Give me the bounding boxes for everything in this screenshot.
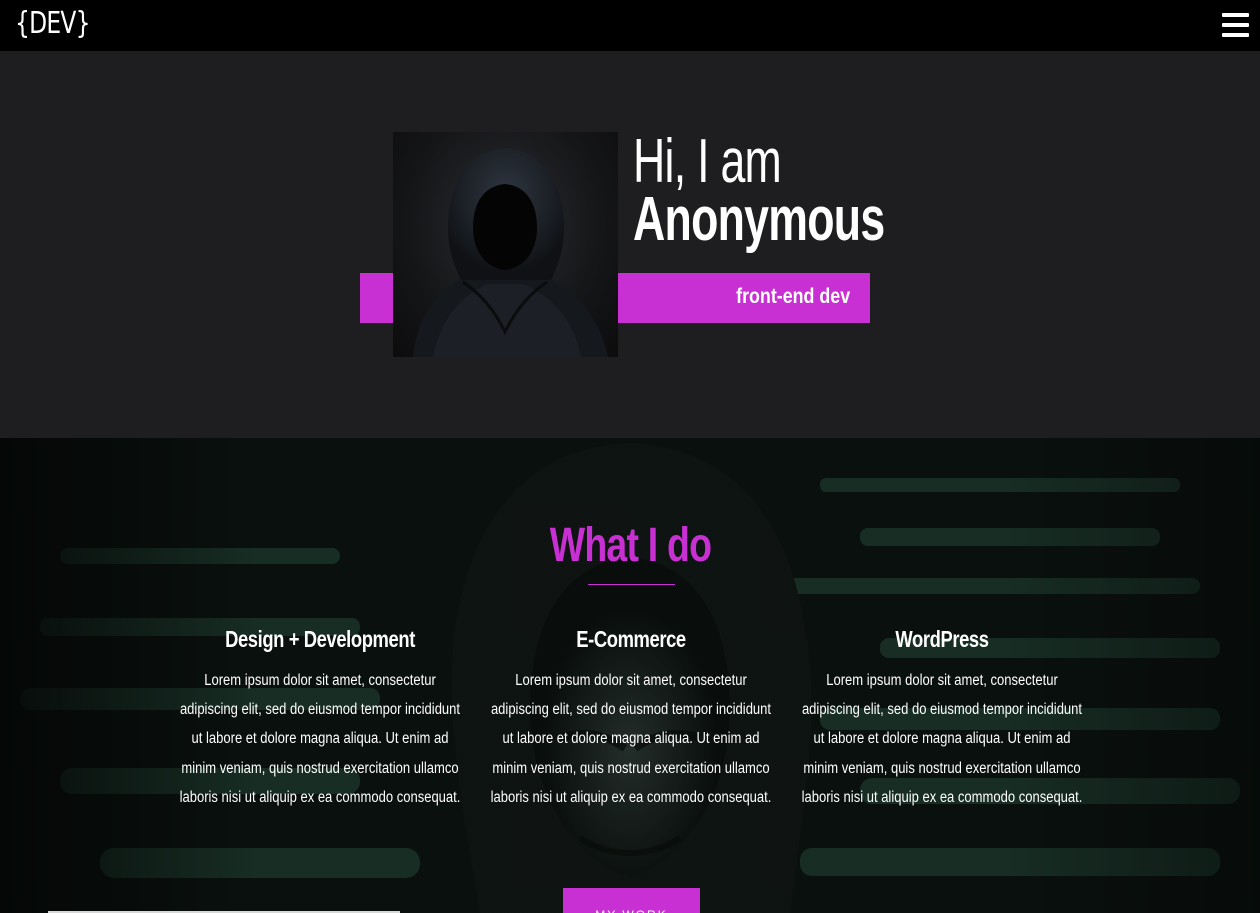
role-label: front-end dev	[735, 285, 850, 308]
site-logo[interactable]: {DEV}	[15, 6, 90, 41]
service-title: Design + Development	[225, 626, 415, 652]
service-card: WordPress Lorem ipsum dolor sit amet, co…	[797, 626, 1087, 812]
navbar: {DEV}	[0, 0, 1260, 51]
menu-bar-middle	[1222, 23, 1249, 27]
service-card: Design + Development Lorem ipsum dolor s…	[175, 626, 465, 812]
menu-bar-top	[1222, 13, 1249, 17]
my-work-button[interactable]: MY WORK	[563, 888, 700, 913]
name-text: Anonymous	[633, 185, 885, 254]
accent-bar-left	[360, 273, 396, 323]
hooded-figure-photo	[393, 132, 618, 357]
service-title: E-Commerce	[576, 626, 686, 652]
menu-bar-bottom	[1222, 33, 1249, 37]
service-title: WordPress	[895, 626, 989, 652]
service-description: Lorem ipsum dolor sit amet, consectetur …	[801, 672, 1083, 806]
service-description: Lorem ipsum dolor sit amet, consectetur …	[179, 672, 461, 806]
section-title: What I do	[549, 519, 711, 572]
hamburger-menu-icon[interactable]	[1222, 13, 1249, 37]
hero-section: front-end dev Hi, I am Anonymous	[0, 51, 1260, 438]
title-underline	[588, 584, 675, 585]
service-description: Lorem ipsum dolor sit amet, consectetur …	[490, 672, 772, 806]
greeting-text: Hi, I am	[633, 127, 782, 196]
greeting-heading: Hi, I am Anonymous	[633, 127, 885, 254]
role-banner: front-end dev	[617, 273, 870, 323]
services-section: What I do Design + Development Lorem ips…	[0, 438, 1260, 913]
hooded-figure-icon	[413, 148, 608, 357]
service-card: E-Commerce Lorem ipsum dolor sit amet, c…	[486, 626, 776, 812]
